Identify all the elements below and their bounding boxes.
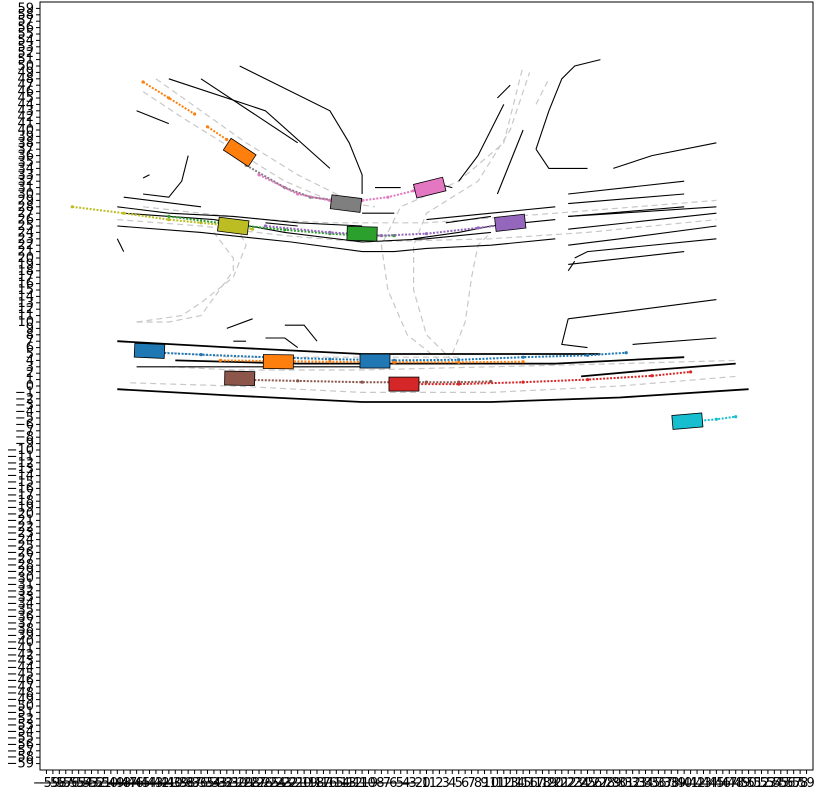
trajectory-point: [521, 360, 525, 364]
trajectory-point: [624, 351, 628, 355]
trajectory-point: [476, 226, 480, 230]
vehicle-box: [346, 225, 378, 242]
vehicle-box: [671, 412, 704, 430]
trajectory-point: [193, 112, 197, 116]
trajectory-point: [199, 221, 203, 225]
trajectory-point: [257, 173, 261, 177]
trajectory-point: [218, 358, 222, 362]
trajectory-point: [521, 355, 525, 359]
trajectory-point: [141, 80, 145, 84]
y-tick-label: 59: [17, 1, 34, 16]
trajectory-point: [379, 234, 384, 238]
trajectory-point: [263, 224, 268, 228]
trajectory-point: [250, 227, 255, 231]
x-axis-ticks: −59−58−57−56−55−54−53−52−51−50−49−48−47−…: [33, 770, 815, 791]
trajectory-point: [328, 360, 332, 364]
trajectory-point: [392, 360, 396, 364]
trajectory-point: [521, 380, 525, 384]
trajectory-point: [167, 218, 171, 222]
trajectory-point: [167, 214, 171, 218]
trajectory-point: [70, 205, 74, 209]
trajectory-point: [328, 230, 332, 234]
vehicle-box: [224, 370, 256, 387]
trajectory-point: [457, 360, 461, 364]
vehicle-box: [262, 354, 294, 370]
trajectory-point: [650, 374, 654, 378]
trajectory-point: [122, 211, 126, 215]
vehicle-box: [133, 342, 166, 359]
vehicle-box: [359, 353, 391, 369]
trajectory-point: [386, 195, 390, 199]
trajectory-point: [296, 192, 300, 196]
vehicle-box: [388, 376, 420, 392]
trajectory-point: [424, 232, 429, 236]
trajectory-point: [457, 382, 461, 386]
trajectory-point: [585, 353, 590, 357]
trajectory-point: [585, 378, 590, 382]
plot-area: −59−58−57−56−55−54−53−52−51−50−49−48−47−…: [7, 1, 815, 791]
trajectory-point: [360, 380, 364, 384]
trajectory-point: [199, 353, 203, 357]
trajectory-point: [296, 379, 300, 383]
trajectory-point: [225, 138, 229, 142]
trajectory-point: [734, 415, 738, 419]
vehicle-box: [494, 213, 527, 232]
trajectory-point: [205, 125, 210, 129]
plot-frame: [39, 1, 814, 771]
trajectory-point: [714, 417, 718, 421]
y-axis-ticks: −59−58−57−56−55−54−53−52−51−50−49−48−47−…: [7, 1, 40, 772]
x-tick-label: 59: [798, 776, 815, 791]
trajectory-point: [689, 370, 693, 374]
trajectory-point: [167, 96, 171, 100]
